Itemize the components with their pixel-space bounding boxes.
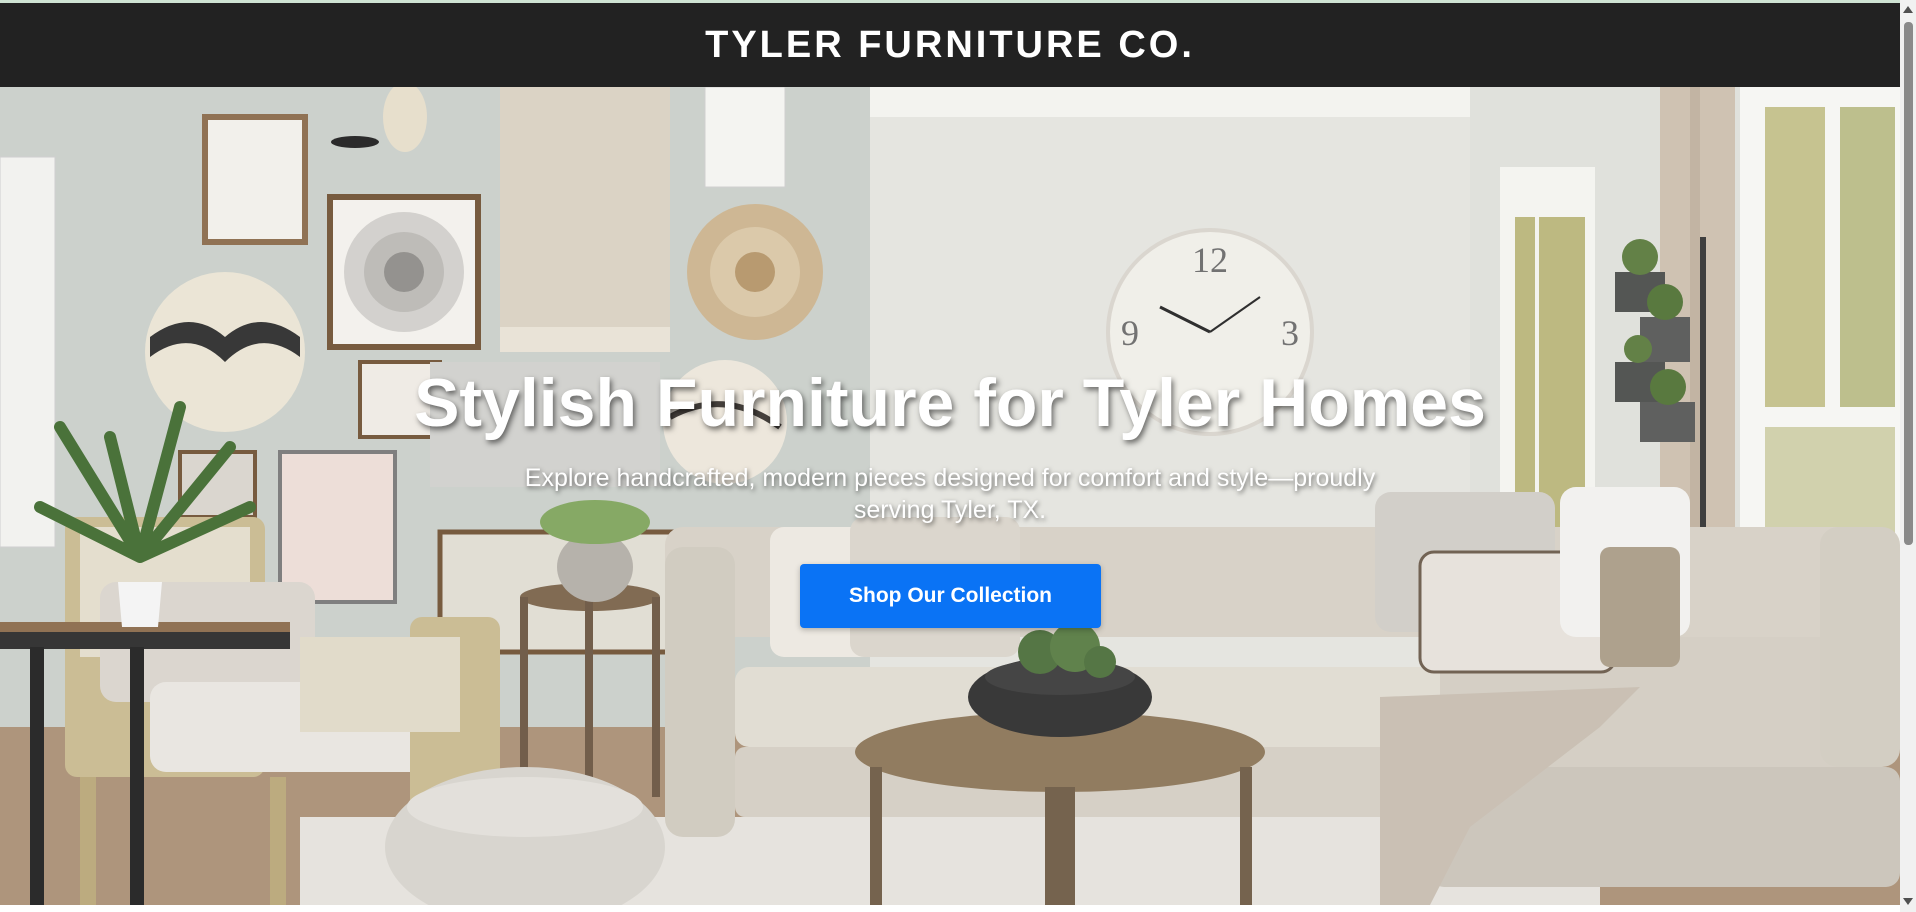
site-header: TYLER FURNITURE CO. xyxy=(0,3,1900,87)
page-bottom-edge xyxy=(0,905,1900,912)
hero-title: Stylish Furniture for Tyler Homes xyxy=(414,365,1486,441)
hero-section: 12 9 3 Stylish Furniture for Tyler Homes… xyxy=(0,87,1900,905)
shop-collection-button[interactable]: Shop Our Collection xyxy=(800,564,1101,628)
hero-subtitle: Explore handcrafted, modern pieces desig… xyxy=(524,464,1376,524)
brand-logo-text[interactable]: TYLER FURNITURE CO. xyxy=(705,24,1195,67)
scroll-up-arrow-icon[interactable] xyxy=(1903,6,1913,13)
scrollbar-thumb[interactable] xyxy=(1904,22,1913,545)
scroll-down-arrow-icon[interactable] xyxy=(1903,898,1913,905)
hero-content: Stylish Furniture for Tyler Homes Explor… xyxy=(0,87,1900,905)
